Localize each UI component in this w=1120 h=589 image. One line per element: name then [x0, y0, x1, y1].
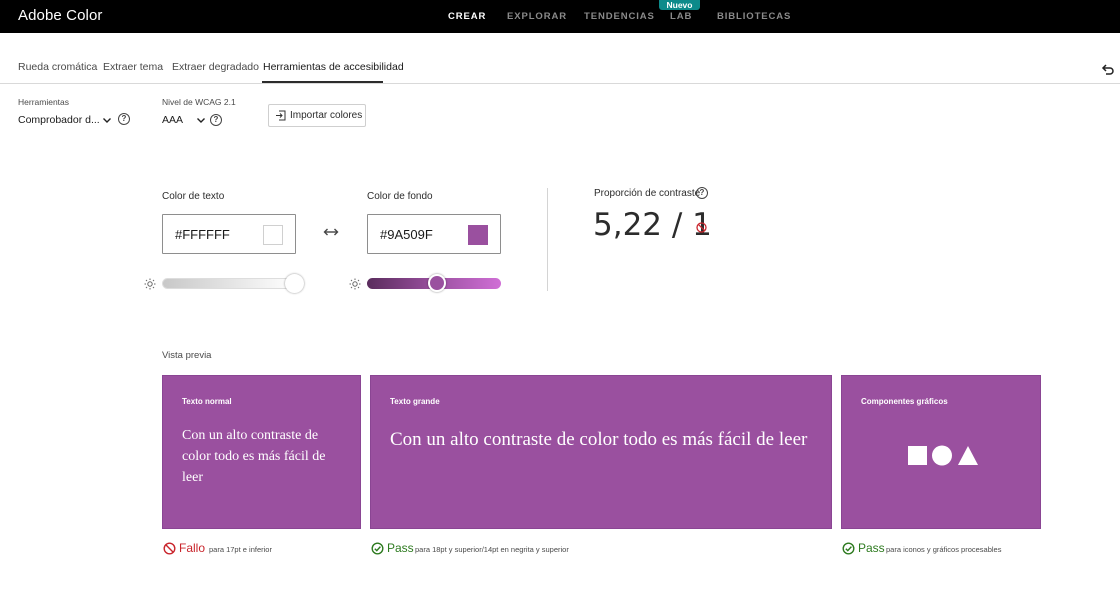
brightness-icon: [349, 278, 361, 290]
help-icon[interactable]: ?: [118, 113, 130, 125]
wcag-dropdown[interactable]: AAA: [162, 114, 183, 126]
text-color-input[interactable]: #FFFFFF: [162, 214, 296, 254]
contrast-ratio-value: 5,22 / 1: [593, 207, 712, 243]
normal-text-sample: Con un alto contraste de color todo es m…: [182, 428, 326, 485]
nav-tendencias[interactable]: TENDENCIAS: [584, 11, 655, 22]
result-status: Pass: [387, 541, 414, 555]
section-divider: [547, 188, 548, 291]
text-color-hex[interactable]: #FFFFFF: [175, 227, 230, 242]
result-status: Pass: [858, 541, 885, 555]
top-navigation-bar: Adobe Color CREAR EXPLORAR TENDENCIAS Nu…: [0, 0, 1120, 33]
undo-icon[interactable]: [1101, 63, 1115, 77]
graphic-shapes: [908, 445, 978, 466]
preview-card-graphic-components: Componentes gráficos: [841, 375, 1041, 529]
help-icon[interactable]: ?: [210, 114, 222, 126]
swap-colors-icon[interactable]: [323, 227, 339, 237]
preview-title: Vista previa: [162, 350, 212, 361]
brightness-icon: [144, 278, 156, 290]
nav-bibliotecas[interactable]: BIBLIOTECAS: [717, 11, 791, 22]
card-title: Texto normal: [182, 397, 232, 406]
text-brightness-slider[interactable]: [162, 278, 296, 289]
large-text-sample: Con un alto contraste de color todo es m…: [390, 429, 808, 450]
nav-crear[interactable]: CREAR: [448, 11, 486, 22]
check-circle-icon: [371, 542, 384, 555]
triangle-shape: [958, 446, 978, 465]
chevron-down-icon[interactable]: [196, 115, 206, 125]
new-badge: Nuevo: [659, 0, 700, 10]
import-colors-label: Importar colores: [290, 110, 363, 121]
result-description: para 17pt e inferior: [209, 545, 272, 554]
text-color-swatch[interactable]: [263, 225, 283, 245]
result-description: para 18pt y superior/14pt en negrita y s…: [415, 545, 569, 554]
brand-logo[interactable]: Adobe Color: [18, 7, 103, 24]
help-icon[interactable]: ?: [696, 187, 708, 199]
chevron-down-icon[interactable]: [102, 115, 112, 125]
tab-rueda-cromatica[interactable]: Rueda cromática: [18, 61, 97, 73]
circle-shape: [932, 445, 952, 466]
preview-card-large-text: Texto grande Con un alto contraste de co…: [370, 375, 832, 529]
card-title: Componentes gráficos: [861, 397, 948, 406]
tools-label: Herramientas: [18, 97, 70, 107]
fail-icon: [163, 542, 176, 555]
text-brightness-slider-thumb[interactable]: [284, 274, 304, 293]
background-brightness-slider-thumb[interactable]: [427, 274, 446, 292]
text-color-label: Color de texto: [162, 191, 225, 202]
import-colors-button[interactable]: Importar colores: [268, 104, 366, 127]
contrast-ratio-label: Proporción de contraste: [594, 188, 701, 199]
nav-lab[interactable]: LAB: [670, 11, 692, 22]
nav-explorar[interactable]: EXPLORAR: [507, 11, 567, 22]
background-color-swatch[interactable]: [468, 225, 488, 245]
tab-extraer-degradado[interactable]: Extraer degradado: [172, 61, 259, 73]
card-title: Texto grande: [390, 397, 440, 406]
tab-extraer-tema[interactable]: Extraer tema: [103, 61, 163, 73]
fail-icon: [696, 222, 707, 233]
import-icon: [276, 110, 286, 121]
square-shape: [908, 446, 927, 465]
background-color-label: Color de fondo: [367, 191, 433, 202]
tab-herramientas-accesibilidad[interactable]: Herramientas de accesibilidad: [263, 61, 404, 73]
wcag-label: Nivel de WCAG 2.1: [162, 97, 236, 107]
result-status: Fallo: [179, 541, 206, 555]
tabs-divider: [0, 83, 1120, 84]
check-circle-icon: [842, 542, 855, 555]
result-description: para iconos y gráficos procesables: [886, 545, 1002, 554]
preview-card-normal-text: Texto normal Con un alto contraste de co…: [162, 375, 361, 529]
background-color-hex[interactable]: #9A509F: [380, 227, 433, 242]
background-color-input[interactable]: #9A509F: [367, 214, 501, 254]
tools-dropdown[interactable]: Comprobador d...: [18, 114, 100, 126]
